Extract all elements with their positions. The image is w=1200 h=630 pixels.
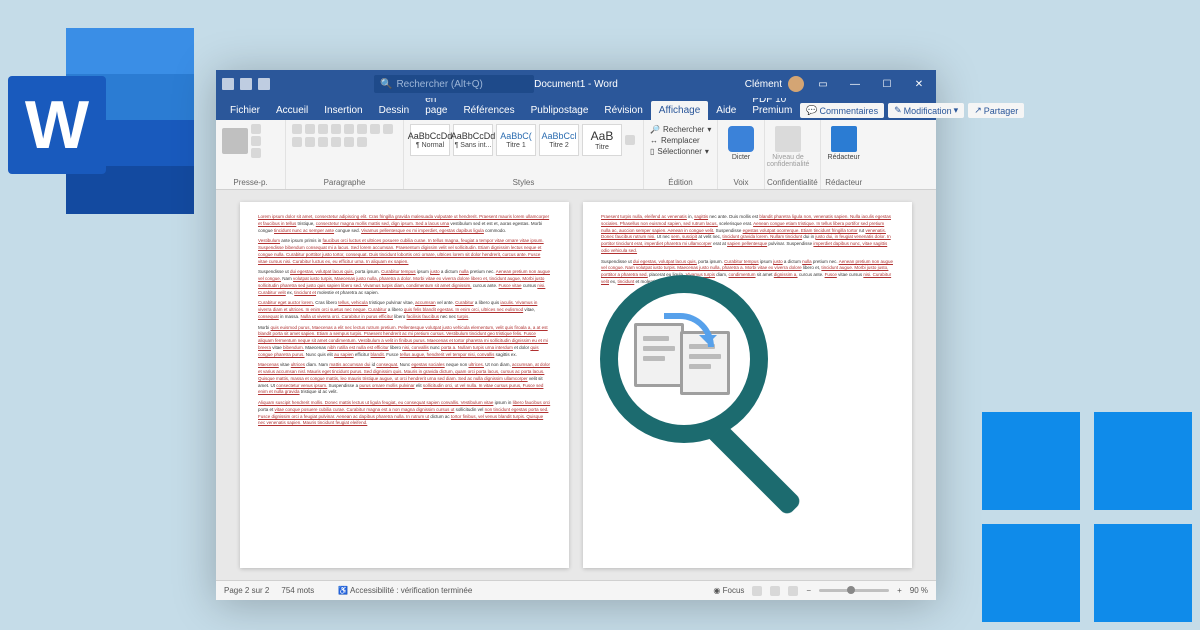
ribbon-options-icon[interactable]: ▭ (810, 70, 836, 98)
search-placeholder: Rechercher (Alt+Q) (396, 79, 482, 90)
line-spacing-icon[interactable] (331, 137, 341, 147)
zoom-slider[interactable] (819, 589, 889, 592)
edition-label: Édition (650, 178, 711, 187)
print-layout-icon[interactable] (770, 586, 780, 596)
undo-icon[interactable] (258, 78, 270, 90)
format-painter-icon[interactable] (251, 148, 261, 158)
numbering-icon[interactable] (305, 124, 315, 134)
cut-icon[interactable] (251, 124, 261, 134)
sensitivity-button[interactable]: Niveau de confidentialité (767, 124, 809, 170)
tab-accueil[interactable]: Accueil (268, 101, 316, 120)
borders-icon[interactable] (357, 137, 367, 147)
read-mode-icon[interactable] (752, 586, 762, 596)
tab-aide[interactable]: Aide (708, 101, 744, 120)
page-indicator[interactable]: Page 2 sur 2 (224, 586, 269, 595)
select-button[interactable]: ▯Sélectionner▾ (650, 146, 711, 157)
justify-icon[interactable] (318, 137, 328, 147)
word-logo: W (8, 28, 194, 214)
editor-icon (831, 126, 857, 152)
search-icon: 🔍 (380, 79, 392, 90)
status-bar: Page 2 sur 2 754 mots ♿ Accessibilité : … (216, 580, 936, 600)
page-1[interactable]: Lorem ipsum dolor sit amet, consectetur … (240, 202, 569, 568)
tab-fichier[interactable]: Fichier (222, 101, 268, 120)
autosave-icon[interactable] (222, 78, 234, 90)
accessibility-status[interactable]: ♿ Accessibilité : vérification terminée (338, 586, 472, 595)
user-name[interactable]: Clément (745, 79, 782, 90)
show-marks-icon[interactable] (370, 124, 380, 134)
word-count[interactable]: 754 mots (281, 586, 314, 595)
avatar[interactable] (788, 76, 804, 92)
tab-references[interactable]: Références (455, 101, 522, 120)
align-center-icon[interactable] (292, 137, 302, 147)
editor-button[interactable]: Rédacteur (823, 124, 865, 163)
decrease-indent-icon[interactable] (331, 124, 341, 134)
tab-publipostage[interactable]: Publipostage (523, 101, 597, 120)
document-title: Document1 - Word (534, 79, 618, 90)
redacteur-label: Rédacteur (823, 178, 865, 187)
document-area[interactable]: Lorem ipsum dolor sit amet, consectetur … (216, 190, 936, 580)
style-titre[interactable]: AaBTitre (582, 124, 622, 156)
sensitivity-icon (775, 126, 801, 152)
maximize-button[interactable]: ☐ (874, 70, 900, 98)
windows-logo (982, 412, 1192, 622)
minimize-button[interactable]: — (842, 70, 868, 98)
comments-button[interactable]: 💬Commentaires (800, 103, 884, 118)
ribbon: Presse-p. Paragraphe (216, 120, 936, 190)
clipboard-label: Presse-p. (222, 178, 279, 187)
replace-button[interactable]: ↔Remplacer (650, 135, 711, 146)
style-titre1[interactable]: AaBbC(Titre 1 (496, 124, 536, 156)
tab-affichage[interactable]: Affichage (651, 101, 709, 120)
focus-mode[interactable]: ◉ Focus (713, 586, 744, 595)
close-button[interactable]: ✕ (906, 70, 932, 98)
microphone-icon (728, 126, 754, 152)
share-button[interactable]: ↗Partager (968, 103, 1024, 118)
paragraph-label: Paragraphe (292, 178, 397, 187)
search-box[interactable]: 🔍 Rechercher (Alt+Q) (374, 75, 534, 93)
increase-indent-icon[interactable] (344, 124, 354, 134)
styles-label: Styles (410, 178, 637, 187)
paste-icon[interactable] (222, 128, 248, 154)
style-sans-int[interactable]: AaBbCcDd¶ Sans int... (453, 124, 493, 156)
find-button[interactable]: 🔎Rechercher▾ (650, 124, 711, 135)
zoom-in-button[interactable]: + (897, 586, 902, 595)
style-titre2[interactable]: AaBbCclTitre 2 (539, 124, 579, 156)
tab-insertion[interactable]: Insertion (316, 101, 370, 120)
copy-icon[interactable] (251, 136, 261, 146)
style-normal[interactable]: AaBbCcDd¶ Normal (410, 124, 450, 156)
web-layout-icon[interactable] (788, 586, 798, 596)
save-icon[interactable] (240, 78, 252, 90)
dictate-button[interactable]: Dicter (720, 124, 762, 163)
shading-icon[interactable] (344, 137, 354, 147)
zoom-out-button[interactable]: − (806, 586, 811, 595)
sort-icon[interactable] (357, 124, 367, 134)
voix-label: Voix (720, 178, 762, 187)
zoom-level[interactable]: 90 % (910, 586, 928, 595)
bullets-icon[interactable] (292, 124, 302, 134)
word-window: Document1 - Word 🔍 Rechercher (Alt+Q) Cl… (216, 70, 936, 600)
styles-more-icon[interactable] (625, 135, 635, 145)
conf-label: Confidentialité (767, 178, 818, 187)
modification-button[interactable]: ✎Modification▾ (888, 103, 964, 118)
align-left-icon[interactable] (383, 124, 393, 134)
align-right-icon[interactable] (305, 137, 315, 147)
tab-dessin[interactable]: Dessin (371, 101, 418, 120)
page-2[interactable]: Praesent turpis nulla, eleifend ac venen… (583, 202, 912, 568)
tab-revision[interactable]: Révision (596, 101, 650, 120)
multilevel-icon[interactable] (318, 124, 328, 134)
ribbon-tabs: Fichier Accueil Insertion Dessin Mise en… (216, 98, 936, 120)
titlebar: Document1 - Word 🔍 Rechercher (Alt+Q) Cl… (216, 70, 936, 98)
